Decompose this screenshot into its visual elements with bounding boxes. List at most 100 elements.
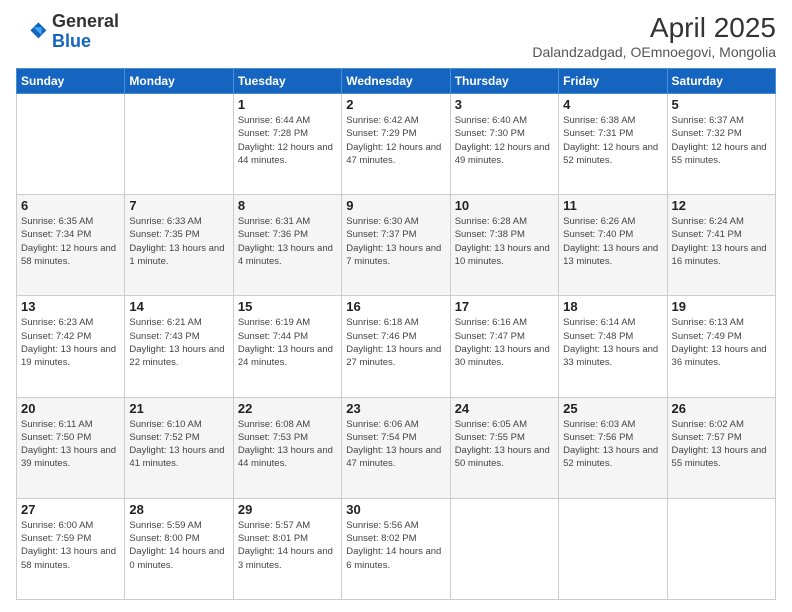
day-cell: 10 Sunrise: 6:28 AM Sunset: 7:38 PM Dayli… [450, 195, 558, 296]
calendar-table: SundayMondayTuesdayWednesdayThursdayFrid… [16, 68, 776, 600]
day-number: 30 [346, 502, 445, 517]
day-number: 24 [455, 401, 554, 416]
day-number: 22 [238, 401, 337, 416]
day-info: Sunrise: 6:24 AM Sunset: 7:41 PM Dayligh… [672, 215, 771, 268]
day-cell: 8 Sunrise: 6:31 AM Sunset: 7:36 PM Daylig… [233, 195, 341, 296]
day-info: Sunrise: 6:02 AM Sunset: 7:57 PM Dayligh… [672, 418, 771, 471]
day-cell: 29 Sunrise: 5:57 AM Sunset: 8:01 PM Dayli… [233, 498, 341, 599]
day-cell: 12Sunrise: 6:24 AM Sunset: 7:41 PM Dayli… [667, 195, 775, 296]
logo-icon [16, 16, 48, 48]
day-number: 2 [346, 97, 445, 112]
day-info: Sunrise: 6:14 AM Sunset: 7:48 PM Dayligh… [563, 316, 662, 369]
day-number: 5 [672, 97, 771, 112]
day-number: 10 [455, 198, 554, 213]
day-cell [125, 94, 233, 195]
day-cell: 6 Sunrise: 6:35 AM Sunset: 7:34 PM Daylig… [17, 195, 125, 296]
col-header-thursday: Thursday [450, 69, 558, 94]
page: General Blue April 2025 Dalandzadgad, OE… [0, 0, 792, 612]
day-info: Sunrise: 6:05 AM Sunset: 7:55 PM Dayligh… [455, 418, 554, 471]
day-cell [667, 498, 775, 599]
day-info: Sunrise: 6:44 AM Sunset: 7:28 PM Dayligh… [238, 114, 337, 167]
day-info: Sunrise: 6:40 AM Sunset: 7:30 PM Dayligh… [455, 114, 554, 167]
day-number: 29 [238, 502, 337, 517]
day-number: 15 [238, 299, 337, 314]
day-info: Sunrise: 6:37 AM Sunset: 7:32 PM Dayligh… [672, 114, 771, 167]
day-info: Sunrise: 6:10 AM Sunset: 7:52 PM Dayligh… [129, 418, 228, 471]
day-info: Sunrise: 5:56 AM Sunset: 8:02 PM Dayligh… [346, 519, 445, 572]
col-header-sunday: Sunday [17, 69, 125, 94]
day-number: 11 [563, 198, 662, 213]
day-info: Sunrise: 6:42 AM Sunset: 7:29 PM Dayligh… [346, 114, 445, 167]
day-number: 8 [238, 198, 337, 213]
day-info: Sunrise: 5:59 AM Sunset: 8:00 PM Dayligh… [129, 519, 228, 572]
day-number: 17 [455, 299, 554, 314]
day-cell: 24 Sunrise: 6:05 AM Sunset: 7:55 PM Dayli… [450, 397, 558, 498]
day-cell: 11 Sunrise: 6:26 AM Sunset: 7:40 PM Dayli… [559, 195, 667, 296]
day-info: Sunrise: 6:19 AM Sunset: 7:44 PM Dayligh… [238, 316, 337, 369]
day-info: Sunrise: 6:06 AM Sunset: 7:54 PM Dayligh… [346, 418, 445, 471]
day-number: 14 [129, 299, 228, 314]
day-cell: 16 Sunrise: 6:18 AM Sunset: 7:46 PM Dayli… [342, 296, 450, 397]
week-row-5: 27 Sunrise: 6:00 AM Sunset: 7:59 PM Dayli… [17, 498, 776, 599]
day-cell [450, 498, 558, 599]
day-info: Sunrise: 6:28 AM Sunset: 7:38 PM Dayligh… [455, 215, 554, 268]
day-cell: 30 Sunrise: 5:56 AM Sunset: 8:02 PM Dayli… [342, 498, 450, 599]
day-cell: 23 Sunrise: 6:06 AM Sunset: 7:54 PM Dayli… [342, 397, 450, 498]
day-cell: 5 Sunrise: 6:37 AM Sunset: 7:32 PM Daylig… [667, 94, 775, 195]
day-number: 28 [129, 502, 228, 517]
week-row-3: 13 Sunrise: 6:23 AM Sunset: 7:42 PM Dayli… [17, 296, 776, 397]
day-number: 26 [672, 401, 771, 416]
day-cell: 22 Sunrise: 6:08 AM Sunset: 7:53 PM Dayli… [233, 397, 341, 498]
day-cell: 25Sunrise: 6:03 AM Sunset: 7:56 PM Dayli… [559, 397, 667, 498]
day-cell: 26 Sunrise: 6:02 AM Sunset: 7:57 PM Dayli… [667, 397, 775, 498]
calendar-header-row: SundayMondayTuesdayWednesdayThursdayFrid… [17, 69, 776, 94]
day-number: 6 [21, 198, 120, 213]
col-header-monday: Monday [125, 69, 233, 94]
col-header-saturday: Saturday [667, 69, 775, 94]
day-number: 9 [346, 198, 445, 213]
day-number: 23 [346, 401, 445, 416]
col-header-tuesday: Tuesday [233, 69, 341, 94]
day-info: Sunrise: 6:31 AM Sunset: 7:36 PM Dayligh… [238, 215, 337, 268]
day-info: Sunrise: 6:26 AM Sunset: 7:40 PM Dayligh… [563, 215, 662, 268]
col-header-friday: Friday [559, 69, 667, 94]
day-number: 27 [21, 502, 120, 517]
day-info: Sunrise: 5:57 AM Sunset: 8:01 PM Dayligh… [238, 519, 337, 572]
week-row-1: 1Sunrise: 6:44 AM Sunset: 7:28 PM Daylig… [17, 94, 776, 195]
day-info: Sunrise: 6:13 AM Sunset: 7:49 PM Dayligh… [672, 316, 771, 369]
day-info: Sunrise: 6:33 AM Sunset: 7:35 PM Dayligh… [129, 215, 228, 268]
day-number: 13 [21, 299, 120, 314]
main-title: April 2025 [532, 12, 776, 44]
day-cell: 9 Sunrise: 6:30 AM Sunset: 7:37 PM Daylig… [342, 195, 450, 296]
day-info: Sunrise: 6:08 AM Sunset: 7:53 PM Dayligh… [238, 418, 337, 471]
day-cell: 4Sunrise: 6:38 AM Sunset: 7:31 PM Daylig… [559, 94, 667, 195]
day-info: Sunrise: 6:16 AM Sunset: 7:47 PM Dayligh… [455, 316, 554, 369]
day-number: 16 [346, 299, 445, 314]
header: General Blue April 2025 Dalandzadgad, OE… [16, 12, 776, 60]
day-cell: 20 Sunrise: 6:11 AM Sunset: 7:50 PM Dayli… [17, 397, 125, 498]
day-cell: 28 Sunrise: 5:59 AM Sunset: 8:00 PM Dayli… [125, 498, 233, 599]
day-cell: 3Sunrise: 6:40 AM Sunset: 7:30 PM Daylig… [450, 94, 558, 195]
subtitle: Dalandzadgad, OEmnoegovi, Mongolia [532, 44, 776, 60]
day-number: 18 [563, 299, 662, 314]
logo: General Blue [16, 12, 119, 52]
day-cell [17, 94, 125, 195]
day-number: 25 [563, 401, 662, 416]
day-cell: 14 Sunrise: 6:21 AM Sunset: 7:43 PM Dayli… [125, 296, 233, 397]
logo-text: General Blue [52, 12, 119, 52]
day-cell: 17 Sunrise: 6:16 AM Sunset: 7:47 PM Dayli… [450, 296, 558, 397]
day-cell: 19Sunrise: 6:13 AM Sunset: 7:49 PM Dayli… [667, 296, 775, 397]
week-row-2: 6 Sunrise: 6:35 AM Sunset: 7:34 PM Daylig… [17, 195, 776, 296]
day-info: Sunrise: 6:38 AM Sunset: 7:31 PM Dayligh… [563, 114, 662, 167]
day-info: Sunrise: 6:11 AM Sunset: 7:50 PM Dayligh… [21, 418, 120, 471]
day-info: Sunrise: 6:30 AM Sunset: 7:37 PM Dayligh… [346, 215, 445, 268]
day-number: 7 [129, 198, 228, 213]
day-info: Sunrise: 6:35 AM Sunset: 7:34 PM Dayligh… [21, 215, 120, 268]
day-info: Sunrise: 6:23 AM Sunset: 7:42 PM Dayligh… [21, 316, 120, 369]
day-info: Sunrise: 6:21 AM Sunset: 7:43 PM Dayligh… [129, 316, 228, 369]
day-info: Sunrise: 6:00 AM Sunset: 7:59 PM Dayligh… [21, 519, 120, 572]
day-info: Sunrise: 6:18 AM Sunset: 7:46 PM Dayligh… [346, 316, 445, 369]
day-cell: 21Sunrise: 6:10 AM Sunset: 7:52 PM Dayli… [125, 397, 233, 498]
day-number: 20 [21, 401, 120, 416]
day-cell: 7 Sunrise: 6:33 AM Sunset: 7:35 PM Daylig… [125, 195, 233, 296]
